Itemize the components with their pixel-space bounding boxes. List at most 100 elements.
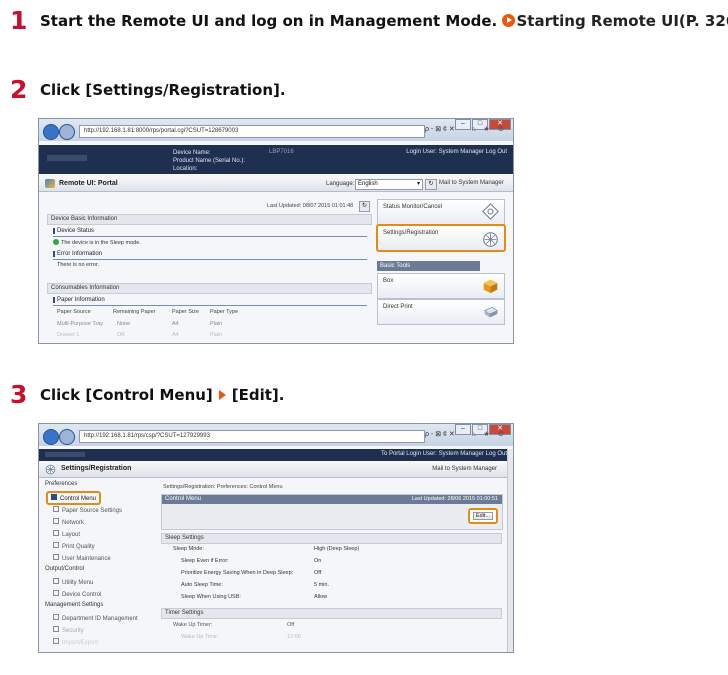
step-instruction: Click [Settings/Registration]. (40, 81, 286, 99)
table-cell: Plain (210, 332, 223, 338)
control-menu-panel: Control Menu Last Updated: 28/06 2015 01… (161, 494, 503, 530)
sidebar-item-control-menu[interactable]: Control Menu (46, 491, 102, 505)
status-dot-icon (53, 239, 59, 245)
divider (53, 259, 367, 260)
mail-to-system-manager[interactable]: Mail to System Manager (432, 466, 497, 472)
step-2: 2 Click [Settings/Registration]. (10, 75, 410, 107)
browser-icons[interactable]: ⌂ ★ ⚙ (471, 125, 507, 133)
location-label: Location: (173, 166, 198, 172)
forward-icon[interactable] (59, 124, 75, 140)
error-info-heading: Error Information (53, 251, 102, 257)
scrollbar[interactable] (507, 449, 513, 652)
timer-settings-header: Timer Settings (161, 608, 502, 619)
status-text-row: The device is in the Sleep mode. (53, 239, 141, 246)
sidebar-item-import-export[interactable]: Import/Export (53, 638, 98, 646)
chevron-down-icon: ▾ (416, 181, 420, 187)
refresh-icon[interactable]: ↻ (359, 201, 370, 212)
table-cell: Multi-Purpose Tray (57, 321, 104, 327)
setting-value: 12:00 (287, 634, 301, 640)
edit-button-label: Edit... (473, 512, 493, 520)
browser-icons[interactable]: ⌂ ★ ⚙ (471, 430, 507, 438)
portal-title: Remote UI: Portal (59, 180, 118, 187)
sidebar-item-label: Utility Menu (62, 580, 94, 586)
device-header: Device Name: Product Name (Serial No.): … (39, 145, 513, 174)
sidebar-item-label: User Maintenance (62, 556, 111, 562)
refresh-icon[interactable]: ↻ (425, 179, 437, 190)
status-monitor-button[interactable]: Status Monitor/Cancel (377, 199, 505, 225)
sidebar-item-label: Department ID Management (62, 616, 138, 622)
address-tools[interactable]: ρ - ⊠ ¢ ✕ (425, 125, 455, 133)
mail-to-system-manager[interactable]: Mail to System Manager (439, 180, 504, 186)
language-value: English (358, 181, 378, 187)
sidebar-item-network[interactable]: Network (53, 518, 84, 526)
sidebar-item-print-quality[interactable]: Print Quality (53, 542, 95, 550)
device-logo (47, 155, 87, 161)
sidebar-item-device-control[interactable]: Device Control (53, 590, 101, 598)
address-bar[interactable]: http://192.168.1.81/rps/csp/?CSUT=127929… (79, 430, 425, 443)
table-header: Paper Size (172, 309, 199, 315)
direct-print-button[interactable]: Direct Print (377, 299, 505, 325)
menu-heading: Output/Control (45, 566, 85, 572)
consumables-info-header: Consumables Information (47, 283, 372, 294)
product-name-label: Product Name (Serial No.): (173, 158, 246, 164)
back-icon[interactable] (43, 429, 59, 445)
sidebar-item-paper-source[interactable]: Paper Source Settings (53, 506, 122, 514)
screenshot-remote-ui-portal: – □ ✕ http://192.168.1.81:8000/rps/portal.… (38, 118, 514, 344)
settings-registration-button[interactable]: Settings/Registration (376, 224, 506, 252)
step-instruction-edit: [Edit]. (231, 386, 285, 404)
sidebar-item-utility-menu[interactable]: Utility Menu (53, 578, 93, 586)
printer-icon (483, 306, 499, 318)
link-arrow-icon (502, 14, 516, 27)
table-cell: OK (117, 332, 125, 338)
table-cell: Drawer 1 (57, 332, 80, 338)
last-updated: Last Updated: 28/06 2015 01:00:51 (411, 496, 498, 502)
setting-label: Sleep Mode: (173, 546, 204, 552)
setting-label: Wake Up Timer: (173, 622, 213, 628)
back-icon[interactable] (43, 124, 59, 140)
screenshot-settings-registration: – □ ✕ http://192.168.1.81/rps/csp/?CSUT=12… (38, 423, 514, 653)
setting-value: On (314, 558, 322, 564)
sidebar-item-layout[interactable]: Layout (53, 530, 80, 538)
top-links[interactable]: To Portal Login User: System Manager Log… (381, 451, 507, 457)
minimize-icon[interactable]: – (455, 119, 471, 130)
bullet-icon (51, 494, 57, 500)
status-monitor-icon (482, 203, 499, 220)
address-bar[interactable]: http://192.168.1.81:8000/rps/portal.cgi?… (79, 125, 425, 138)
address-tools[interactable]: ρ - ⊠ ¢ ✕ (425, 430, 455, 438)
settings-gear-icon (483, 232, 498, 247)
device-basic-info-header: Device Basic Information (47, 214, 372, 225)
status-text: The device is in the Sleep mode. (61, 240, 141, 246)
device-name-value: LBP7016 (269, 149, 294, 155)
login-user[interactable]: Login User: System Manager Log Out (406, 149, 507, 155)
box-label: Box (383, 278, 394, 284)
setting-label: Sleep Even if Error: (181, 558, 229, 564)
edit-button[interactable]: Edit... (468, 508, 498, 524)
setting-label: Prioritize Energy Saving When in Deep Sl… (181, 570, 294, 576)
step-3: 3 Click [Control Menu] [Edit]. (10, 380, 410, 412)
box-icon (483, 279, 498, 294)
page-reference-link[interactable]: Starting Remote UI(P. 326) (516, 12, 728, 30)
bullet-icon (53, 542, 59, 548)
portal-icon (45, 179, 55, 188)
menu-heading: Preferences (45, 481, 78, 487)
table-cell: Plain (210, 321, 223, 327)
sidebar-item-security[interactable]: Security (53, 626, 84, 634)
bullet-icon (53, 506, 59, 512)
portal-bar: Remote UI: Portal Language: English ▾ ↻ M… (39, 177, 513, 192)
language-select[interactable]: English ▾ (355, 179, 423, 190)
sidebar-item-label: Security (62, 628, 84, 634)
divider (53, 305, 367, 306)
sidebar-item-department-id[interactable]: Department ID Management (53, 614, 138, 622)
setting-label: Auto Sleep Time: (181, 582, 223, 588)
sidebar-item-label: Device Control (62, 592, 102, 598)
box-button[interactable]: Box (377, 273, 505, 299)
bullet-icon (53, 590, 59, 596)
page-title: Settings/Registration (61, 465, 132, 472)
bullet-icon (53, 614, 59, 620)
error-text: There is no error. (57, 262, 99, 268)
setting-label: Sleep When Using USB: (181, 594, 241, 600)
forward-icon[interactable] (59, 429, 75, 445)
minimize-icon[interactable]: – (455, 424, 471, 435)
breadcrumb: Settings/Registration: Preferences: Cont… (163, 484, 283, 490)
sidebar-item-user-maintenance[interactable]: User Maintenance (53, 554, 111, 562)
